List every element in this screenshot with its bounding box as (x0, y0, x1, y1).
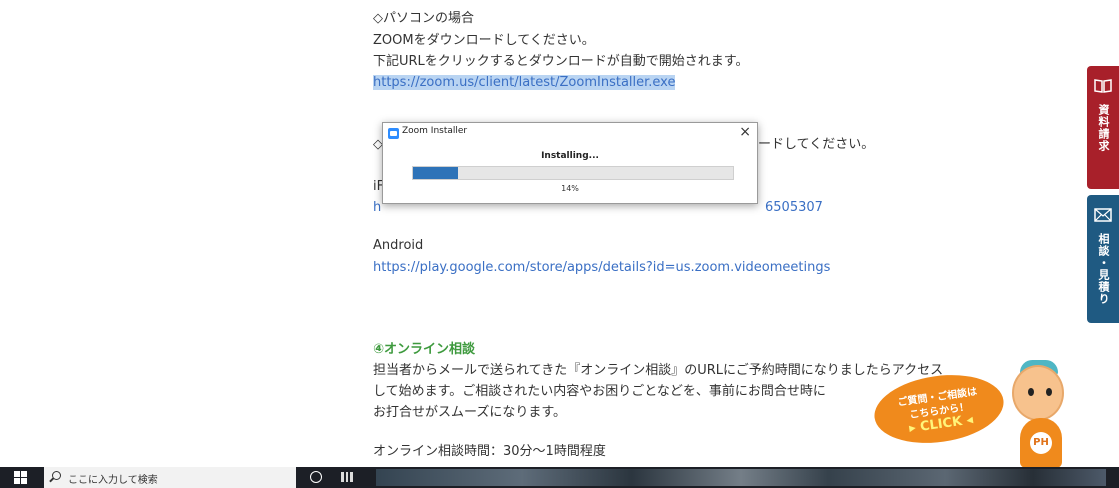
cortana-icon[interactable] (310, 471, 322, 483)
section4-heading: ④オンライン相談 (373, 342, 476, 357)
windows-start-icon[interactable] (14, 471, 27, 484)
pc-heading: ◇パソコンの場合 (373, 11, 474, 26)
windows-taskbar: ここに入力して検索 (0, 467, 1119, 488)
dialog-close-button[interactable]: × (739, 124, 751, 140)
document-request-label: 資料請求 (1097, 104, 1110, 152)
install-status: Installing... (541, 151, 599, 161)
section4-line3: お打合せがスムーズになります。 (373, 405, 567, 420)
zoom-app-icon (388, 128, 399, 139)
pc-download-link[interactable]: https://zoom.us/client/latest/ZoomInstal… (373, 75, 676, 90)
zoom-installer-dialog: Zoom Installer × Installing... 14% (382, 122, 758, 204)
mascot-eye-right (1046, 388, 1052, 396)
consultation-duration: オンライン相談時間：30分〜1時間程度 (373, 444, 606, 459)
click-bubble[interactable]: ご質問・ご相談は こちらから！ ▸ CLICK ◂ (870, 367, 1008, 451)
iphone-link-start[interactable]: h (373, 197, 381, 218)
consultation-estimate-label: 相談・見積り (1097, 233, 1110, 305)
android-link[interactable]: https://play.google.com/store/apps/detai… (373, 257, 830, 278)
section4-line2: して始めます。ご相談されたい内容やお困りごとなどを、事前にお問合せ時に (373, 384, 826, 399)
taskbar-app-strip[interactable] (376, 469, 1106, 486)
document-request-tab[interactable]: 資料請求 (1087, 66, 1119, 189)
search-icon (52, 471, 61, 480)
install-progress-fill (413, 167, 458, 179)
android-label: Android (373, 238, 424, 253)
dialog-title: Zoom Installer (402, 126, 468, 136)
install-progress-bar (412, 166, 734, 180)
mascot-logo-badge: PH (1030, 432, 1052, 454)
consultation-estimate-tab[interactable]: 相談・見積り (1087, 195, 1119, 323)
dialog-titlebar[interactable]: Zoom Installer × (383, 123, 757, 143)
envelope-icon (1094, 208, 1112, 222)
taskbar-search-box[interactable]: ここに入力して検索 (44, 467, 296, 488)
iphone-link-end[interactable]: 6505307 (765, 197, 823, 218)
mascot-cta[interactable]: ご質問・ご相談は こちらから！ ▸ CLICK ◂ PH (870, 360, 1119, 468)
book-icon (1094, 79, 1112, 93)
install-percent: 14% (561, 184, 579, 193)
taskbar-search-placeholder: ここに入力して検索 (68, 475, 158, 486)
mascot-eye-left (1028, 388, 1034, 396)
mobile-heading-end: ードしてください。 (758, 137, 875, 152)
pc-auto-download-note: 下記URLをクリックするとダウンロードが自動で開始されます。 (373, 54, 749, 69)
section4-line1: 担当者からメールで送られてきた『オンライン相談』のURLにご予約時間になりました… (373, 363, 944, 378)
pc-instruction: ZOOMをダウンロードしてください。 (373, 33, 595, 48)
mascot-head (1012, 365, 1064, 421)
task-view-icon[interactable] (341, 471, 353, 483)
